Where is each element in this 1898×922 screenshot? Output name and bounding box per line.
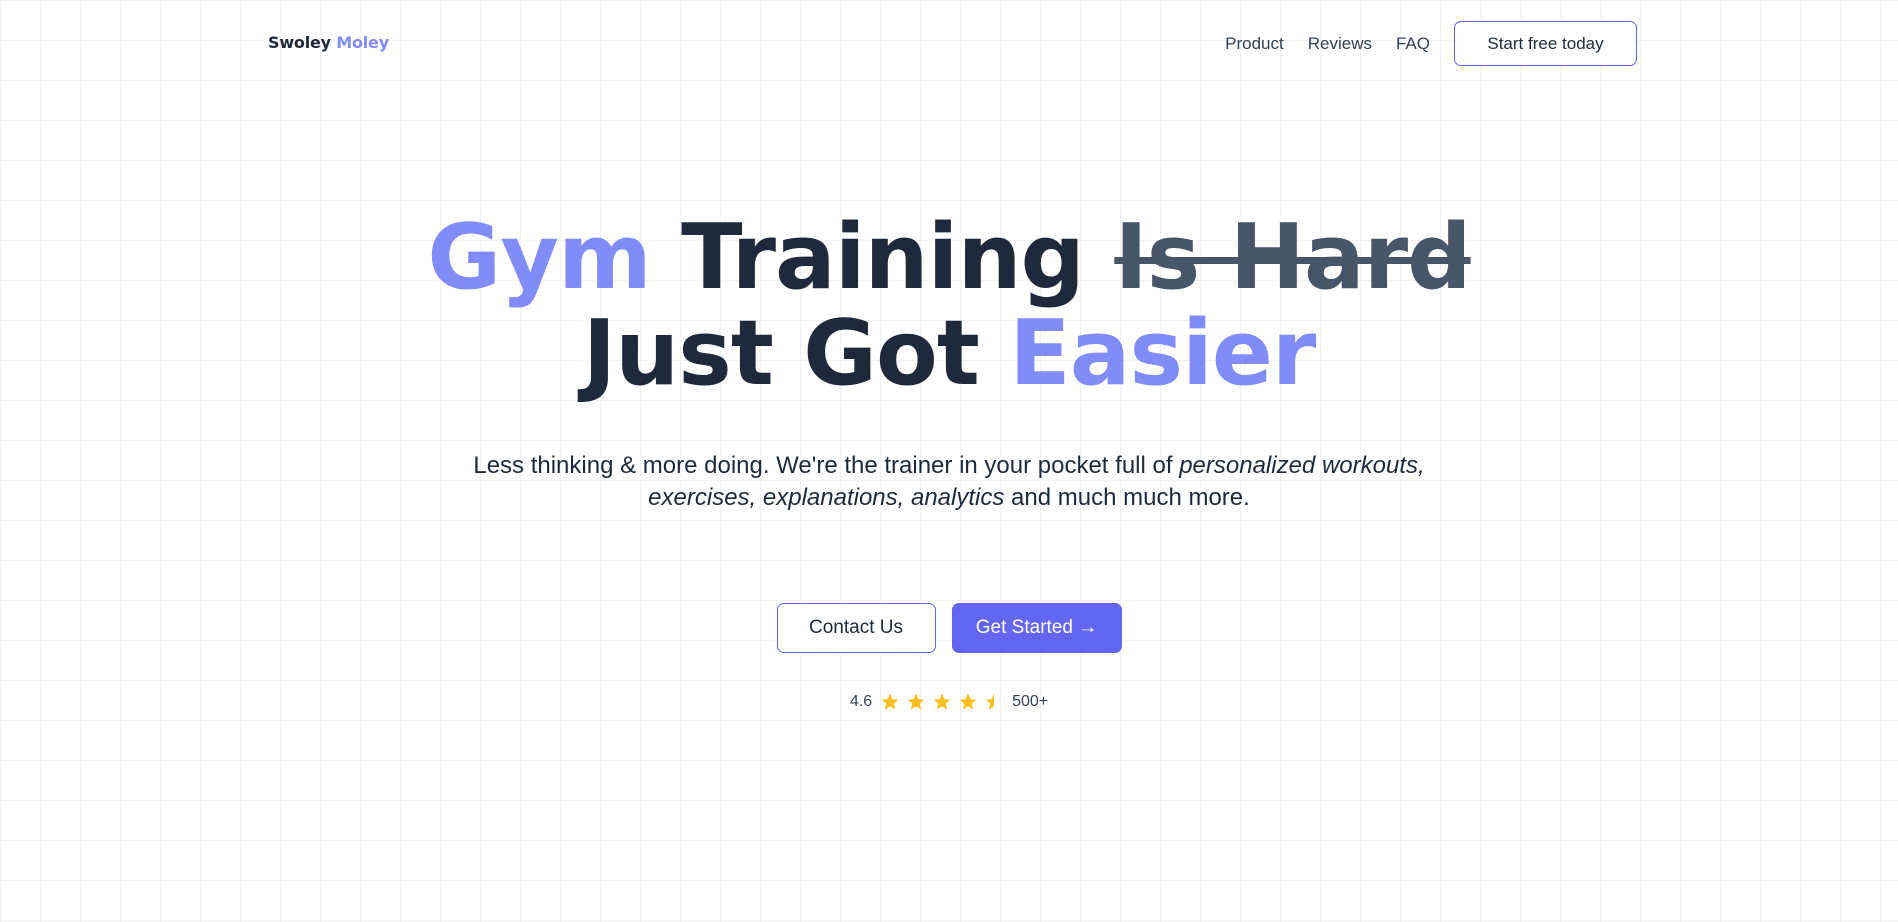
subtitle-italic-1: personalized workouts, <box>1179 452 1425 479</box>
star-full-icon <box>959 693 977 710</box>
subtitle-text-2: and much much more. <box>1011 484 1250 511</box>
title-easier: Easier <box>1009 301 1316 406</box>
logo-text-accent: Moley <box>336 33 389 52</box>
get-started-button[interactable]: Get Started → <box>951 603 1122 653</box>
hero-buttons: Contact Us Get Started → <box>0 603 1898 653</box>
contact-us-button[interactable]: Contact Us <box>776 603 936 653</box>
rating-stars <box>880 692 1004 712</box>
subtitle-italic-2: exercises, explanations, analytics <box>648 484 1005 511</box>
logo[interactable]: Swoley Moley <box>268 33 389 52</box>
title-just-got: Just Got <box>582 301 980 406</box>
rating: 4.6 500+ <box>0 692 1898 712</box>
rating-score: 4.6 <box>849 693 873 710</box>
nav-links: Product Reviews FAQ Start free today <box>1225 21 1637 66</box>
hero-title: Gym Training Is Hard Just Got Easier <box>0 210 1898 402</box>
start-free-button[interactable]: Start free today <box>1454 21 1637 66</box>
star-half-icon <box>985 693 995 710</box>
hero-subtitle: Less thinking & more doing. We're the tr… <box>0 450 1898 514</box>
nav-link-faq[interactable]: FAQ <box>1396 34 1430 54</box>
title-training: Training <box>681 205 1085 310</box>
logo-text-primary: Swoley <box>268 33 331 52</box>
star-full-icon <box>881 693 899 710</box>
nav-link-reviews[interactable]: Reviews <box>1308 34 1372 54</box>
title-gym: Gym <box>427 205 651 310</box>
subtitle-text-1: Less thinking & more doing. We're the tr… <box>473 452 1173 479</box>
title-strikethrough: Is Hard <box>1114 205 1471 310</box>
star-full-icon <box>907 693 925 710</box>
rating-count: 500+ <box>1012 693 1049 710</box>
star-full-icon <box>933 693 951 710</box>
nav-link-product[interactable]: Product <box>1225 34 1284 54</box>
top-nav: Swoley Moley Product Reviews FAQ Start f… <box>0 0 1898 90</box>
